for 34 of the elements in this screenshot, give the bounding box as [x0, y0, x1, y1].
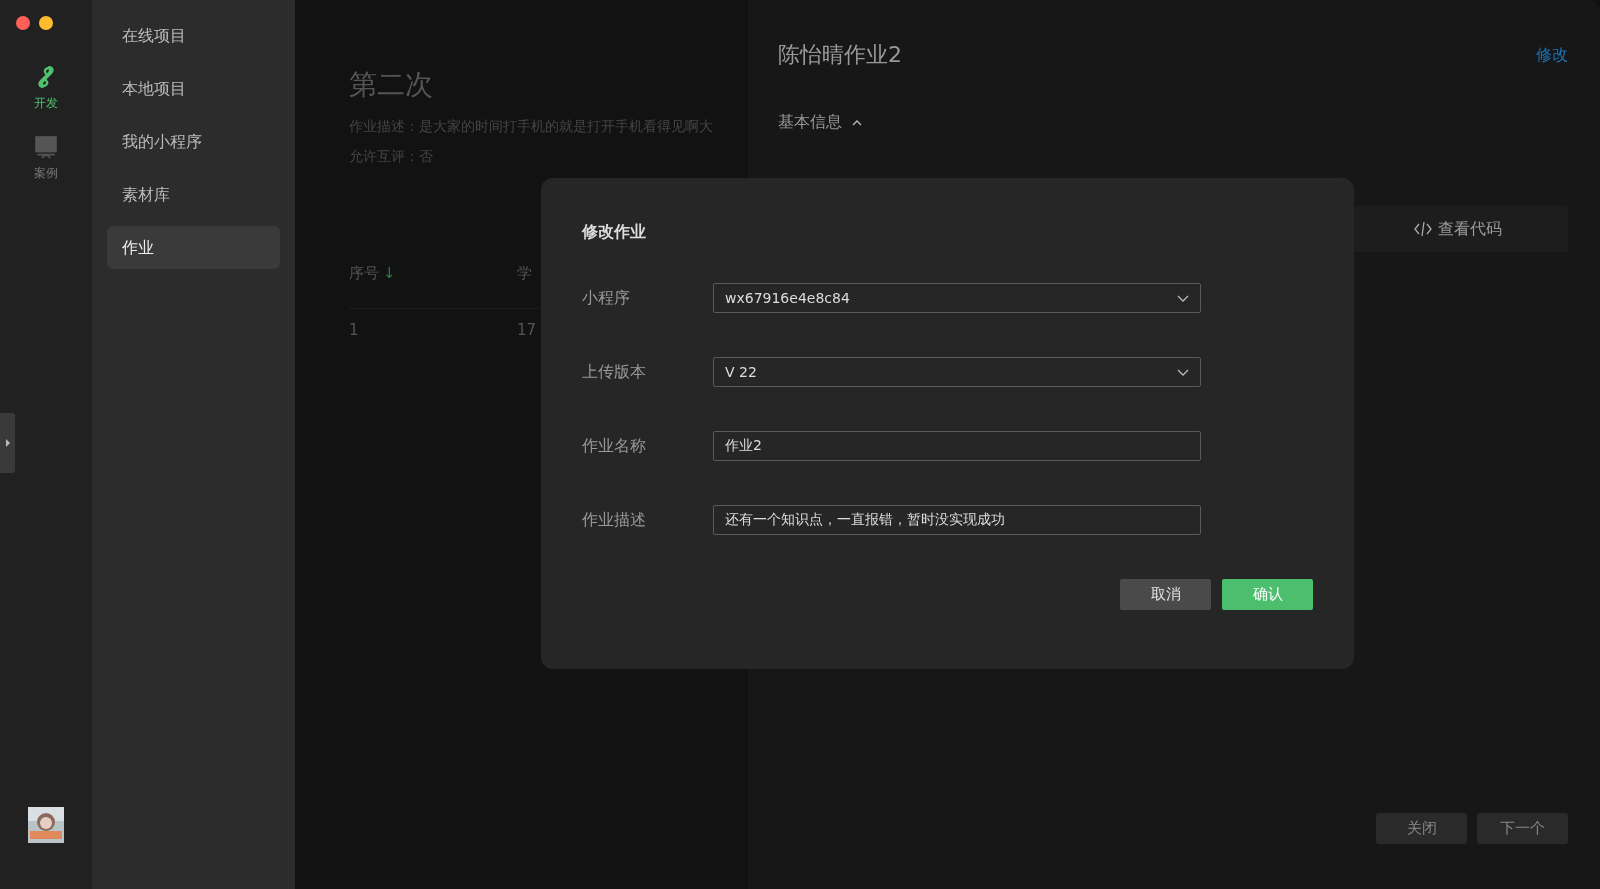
- detail-title: 陈怡晴作业2: [778, 41, 902, 69]
- input-field[interactable]: 作业2: [713, 431, 1201, 461]
- sidebar-item[interactable]: 本地项目: [107, 67, 280, 110]
- cancel-button[interactable]: 取消: [1120, 579, 1211, 610]
- code-icon: [1414, 221, 1432, 237]
- sidebar-item[interactable]: 素材库: [107, 173, 280, 216]
- monitor-icon: [33, 134, 59, 160]
- sort-icon[interactable]: ↓: [383, 264, 396, 283]
- dialog-title: 修改作业: [582, 222, 647, 243]
- table-cell-text: 17: [517, 321, 538, 339]
- table-cell-text: 1: [349, 321, 360, 339]
- sidebar-item[interactable]: 我的小程序: [107, 120, 280, 163]
- rail-tab[interactable]: 开发: [33, 64, 59, 112]
- minimize-window-button[interactable]: [39, 16, 53, 30]
- page-title: 第二次: [349, 67, 434, 103]
- dropdown[interactable]: wx67916e4e8c84: [713, 283, 1201, 313]
- field-label: 上传版本: [582, 361, 647, 383]
- section-toggle[interactable]: 基本信息: [778, 112, 1568, 133]
- input-field[interactable]: 还有一个知识点，一直报错，暂时没实现成功: [713, 505, 1201, 535]
- chevron-icon: [1177, 294, 1189, 302]
- chevron-icon: [1177, 368, 1189, 376]
- dropdown[interactable]: V 22: [713, 357, 1201, 387]
- footer-button[interactable]: 下一个: [1477, 813, 1568, 844]
- close-window-button[interactable]: [16, 16, 30, 30]
- footer-button[interactable]: 关闭: [1376, 813, 1467, 844]
- sidebar-item[interactable]: 作业: [107, 226, 280, 269]
- field-label: 小程序: [582, 287, 631, 309]
- rail-tab[interactable]: 案例: [33, 134, 59, 182]
- field-label: 作业名称: [582, 435, 647, 457]
- edit-link[interactable]: 修改: [1536, 44, 1568, 66]
- expand-handle[interactable]: [0, 413, 15, 473]
- triangle-icon: [4, 439, 11, 447]
- field-label: 作业描述: [582, 509, 647, 531]
- sidebar-item[interactable]: 在线项目: [107, 14, 280, 57]
